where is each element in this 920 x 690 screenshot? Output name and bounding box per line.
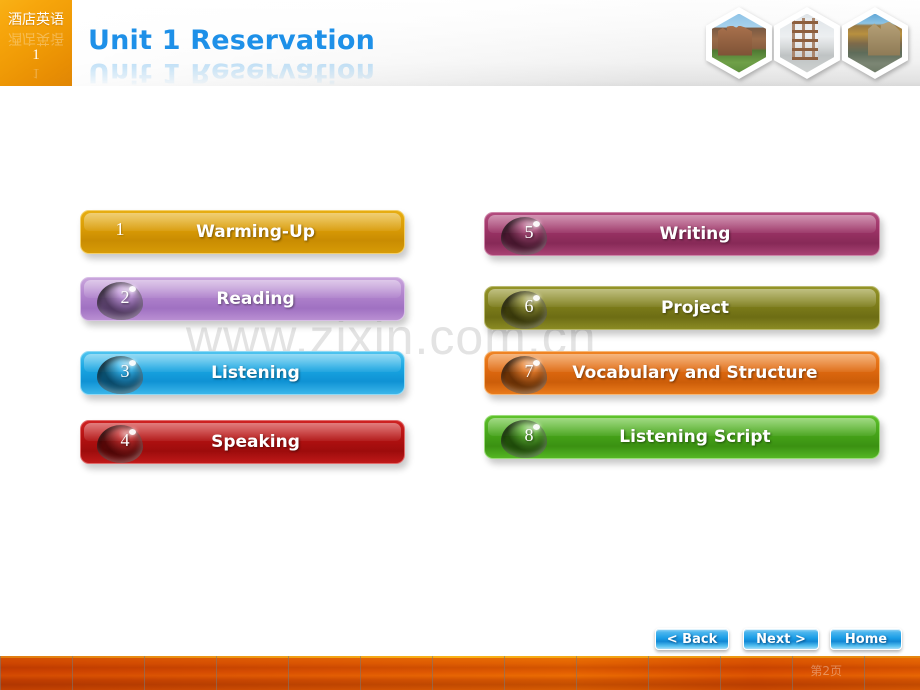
menu-item-speaking[interactable]: 4 Speaking bbox=[80, 420, 405, 464]
home-button[interactable]: Home bbox=[830, 628, 902, 650]
next-button[interactable]: Next > bbox=[743, 628, 819, 650]
menu-item-number: 1 bbox=[115, 219, 125, 239]
next-button-label: Next > bbox=[756, 631, 806, 647]
menu-item-number: 3 bbox=[120, 361, 130, 381]
contents-menu: 1 Warming-Up 2 Reading 3 Listening 4 Spe… bbox=[0, 0, 920, 690]
navigation-bar: < Back Next > Home bbox=[655, 628, 902, 652]
home-button-label: Home bbox=[844, 631, 888, 647]
back-button[interactable]: < Back bbox=[655, 628, 729, 650]
menu-item-label: Listening Script bbox=[619, 427, 771, 447]
menu-item-vocabulary-and-structure[interactable]: 7 Vocabulary and Structure bbox=[484, 351, 880, 395]
menu-item-writing[interactable]: 5 Writing bbox=[484, 212, 880, 256]
menu-item-label: Writing bbox=[659, 224, 731, 244]
menu-item-label: Vocabulary and Structure bbox=[572, 363, 818, 383]
menu-item-number: 4 bbox=[120, 430, 130, 450]
menu-item-listening-script[interactable]: 8 Listening Script bbox=[484, 415, 880, 459]
menu-item-number: 2 bbox=[120, 287, 130, 307]
back-button-label: < Back bbox=[666, 631, 718, 647]
menu-item-listening[interactable]: 3 Listening bbox=[80, 351, 405, 395]
menu-item-number: 6 bbox=[524, 296, 534, 316]
menu-item-label: Project bbox=[660, 298, 730, 318]
menu-item-number: 8 bbox=[524, 425, 534, 445]
menu-item-number: 7 bbox=[524, 361, 534, 381]
menu-item-reading[interactable]: 2 Reading bbox=[80, 277, 405, 321]
menu-item-warming-up[interactable]: 1 Warming-Up bbox=[80, 210, 405, 254]
menu-item-project[interactable]: 6 Project bbox=[484, 286, 880, 330]
menu-item-number: 5 bbox=[524, 222, 534, 242]
